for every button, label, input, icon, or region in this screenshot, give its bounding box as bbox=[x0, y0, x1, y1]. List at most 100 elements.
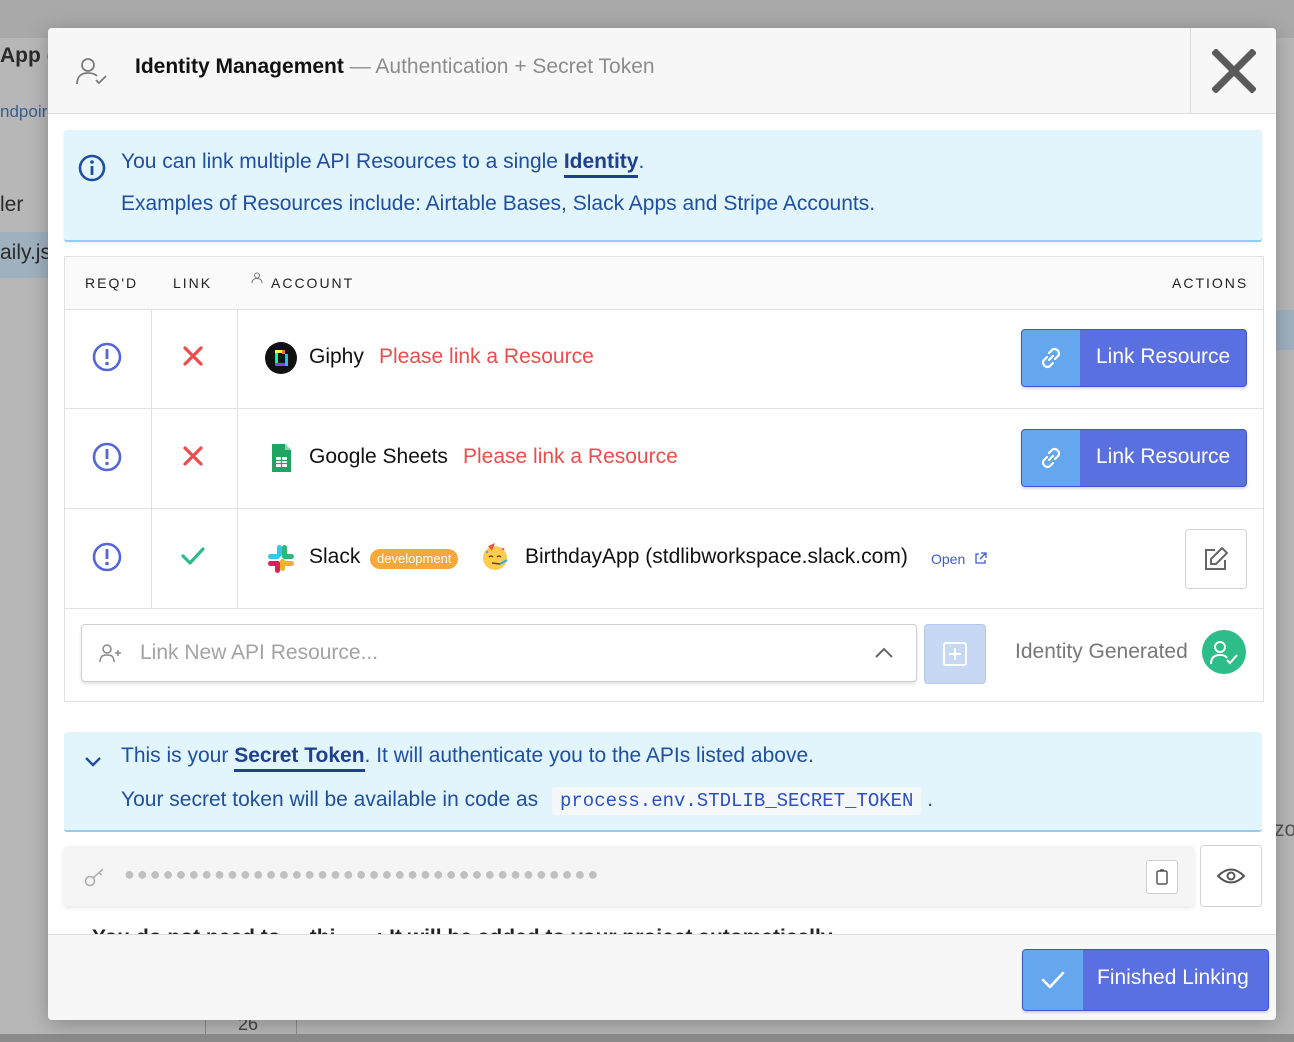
env-variable-code: process.env.STDLIB_SECRET_TOKEN bbox=[551, 787, 922, 815]
giphy-icon bbox=[265, 342, 297, 374]
slack-account-name: BirthdayApp (stdlibworkspace.slack.com) bbox=[525, 545, 908, 568]
add-resource-button[interactable] bbox=[924, 624, 986, 684]
chevron-up-icon[interactable] bbox=[872, 643, 896, 663]
close-icon bbox=[1212, 48, 1256, 93]
required-alert-icon bbox=[92, 542, 122, 572]
identity-modal: Identity Management — Authentication + S… bbox=[48, 28, 1276, 1020]
secret-line-1: This is your Secret Token. It will authe… bbox=[121, 744, 814, 772]
secret-line-1-suffix: . It will authenticate you to the APIs l… bbox=[364, 744, 814, 767]
secret-line-2: Your secret token will be available in c… bbox=[121, 787, 934, 815]
open-link-label: Open bbox=[931, 551, 966, 567]
finished-linking-button[interactable]: Finished Linking bbox=[1022, 949, 1269, 1011]
column-separator bbox=[151, 509, 152, 608]
google-sheets-icon bbox=[272, 444, 291, 472]
background-file: aily.js bbox=[0, 241, 51, 264]
resource-table: REQ'D LINK ACCOUNT ACTIONS Giphy Please … bbox=[64, 256, 1264, 702]
secret-line-2-suffix: . bbox=[921, 788, 934, 811]
table-header: REQ'D LINK ACCOUNT ACTIONS bbox=[65, 257, 1263, 310]
info-line-1-prefix: You can link multiple API Resources to a… bbox=[121, 150, 564, 173]
required-alert-icon bbox=[92, 442, 122, 472]
service-name-google-sheets: Google Sheets bbox=[309, 445, 448, 468]
plus-square-icon bbox=[943, 642, 967, 666]
secret-token-value[interactable]: ●●●●●●●●●●●●●●●●●●●●●●●●●●●●●●●●●●●●● bbox=[124, 864, 600, 885]
show-token-button[interactable] bbox=[1200, 845, 1262, 907]
service-name-giphy: Giphy bbox=[309, 345, 364, 368]
key-icon bbox=[84, 868, 104, 887]
link-new-resource-select[interactable] bbox=[81, 624, 917, 682]
background-endpoints: ndpoir bbox=[0, 102, 48, 121]
check-icon bbox=[1041, 971, 1065, 989]
not-linked-x-icon bbox=[183, 346, 203, 366]
header-account: ACCOUNT bbox=[271, 275, 355, 291]
modal-footer: Finished Linking bbox=[48, 934, 1276, 1020]
identity-generated-icon bbox=[1202, 630, 1246, 674]
background-handler: ler bbox=[0, 193, 24, 216]
slack-icon bbox=[268, 545, 294, 573]
user-check-icon bbox=[1210, 641, 1238, 665]
identity-info-box: You can link multiple API Resources to a… bbox=[64, 130, 1262, 242]
eye-icon bbox=[1216, 868, 1246, 884]
party-face-icon bbox=[483, 543, 508, 570]
link-warning-google-sheets: Please link a Resource bbox=[463, 445, 678, 468]
table-row-slack: Slack development BirthdayApp (stdlibwor… bbox=[65, 509, 1263, 609]
link-resource-button-giphy[interactable]: Link Resource bbox=[1021, 329, 1247, 387]
background-app-title: App ( bbox=[0, 44, 54, 67]
linked-check-icon bbox=[181, 547, 205, 565]
link-icon bbox=[1041, 347, 1061, 369]
close-button[interactable] bbox=[1190, 28, 1276, 113]
link-warning-giphy: Please link a Resource bbox=[379, 345, 594, 368]
required-alert-icon bbox=[92, 342, 122, 372]
chevron-down-icon[interactable] bbox=[82, 752, 104, 770]
info-line-1: You can link multiple API Resources to a… bbox=[121, 150, 645, 178]
column-separator bbox=[237, 409, 238, 508]
copy-icon bbox=[1156, 869, 1168, 885]
modal-title-text: Identity Management bbox=[135, 55, 344, 78]
user-check-icon bbox=[76, 58, 107, 85]
info-line-2: Examples of Resources include: Airtable … bbox=[121, 192, 876, 215]
column-separator bbox=[151, 309, 152, 408]
finished-linking-label: Finished Linking bbox=[1097, 966, 1249, 989]
external-link-icon bbox=[975, 552, 987, 564]
add-resource-row: Identity Generated bbox=[65, 608, 1263, 700]
link-resource-button-google-sheets[interactable]: Link Resource bbox=[1021, 429, 1247, 487]
link-icon-container bbox=[1022, 330, 1080, 386]
header-link: LINK bbox=[173, 275, 213, 291]
background-right-strip bbox=[1276, 310, 1294, 350]
link-resource-label: Link Resource bbox=[1096, 345, 1231, 368]
info-line-1-suffix: . bbox=[638, 150, 645, 173]
secret-line-2-prefix: Your secret token will be available in c… bbox=[121, 788, 544, 811]
secret-token-field: ●●●●●●●●●●●●●●●●●●●●●●●●●●●●●●●●●●●●● bbox=[64, 846, 1194, 906]
table-row-giphy: Giphy Please link a Resource Link Resour… bbox=[65, 309, 1263, 409]
edit-resource-button[interactable] bbox=[1185, 529, 1247, 589]
header-actions: ACTIONS bbox=[1172, 275, 1249, 291]
open-account-link[interactable]: Open bbox=[931, 551, 987, 567]
identity-generated-label: Identity Generated bbox=[1015, 640, 1188, 663]
edit-icon bbox=[1205, 547, 1228, 570]
table-row-google-sheets: Google Sheets Please link a Resource Lin… bbox=[65, 409, 1263, 509]
info-icon bbox=[78, 154, 106, 182]
secret-token-highlight[interactable]: Secret Token bbox=[234, 744, 365, 772]
background-right-text: zo bbox=[1274, 818, 1294, 841]
user-plus-icon bbox=[99, 644, 121, 663]
column-separator bbox=[237, 309, 238, 408]
secret-token-note: You do not need to ... thi... ...: It wi… bbox=[92, 926, 833, 934]
check-icon-container bbox=[1023, 950, 1083, 1010]
copy-token-button[interactable] bbox=[1146, 860, 1178, 894]
secret-line-1-prefix: This is your bbox=[121, 744, 235, 767]
identity-highlight[interactable]: Identity bbox=[563, 150, 639, 178]
column-separator bbox=[237, 509, 238, 608]
link-icon-container bbox=[1022, 430, 1080, 486]
column-separator bbox=[151, 409, 152, 508]
environment-badge: development bbox=[370, 549, 459, 569]
link-new-resource-input[interactable] bbox=[138, 635, 842, 671]
service-name-slack: Slack bbox=[309, 545, 361, 568]
modal-header: Identity Management — Authentication + S… bbox=[48, 28, 1276, 114]
account-user-icon bbox=[251, 272, 263, 284]
modal-title: Identity Management — Authentication + S… bbox=[135, 55, 655, 79]
header-required: REQ'D bbox=[85, 275, 139, 291]
modal-subtitle: — Authentication + Secret Token bbox=[343, 55, 655, 78]
link-icon bbox=[1041, 447, 1061, 469]
link-resource-label: Link Resource bbox=[1096, 445, 1231, 468]
not-linked-x-icon bbox=[183, 446, 203, 466]
modal-body: You can link multiple API Resources to a… bbox=[48, 114, 1276, 934]
